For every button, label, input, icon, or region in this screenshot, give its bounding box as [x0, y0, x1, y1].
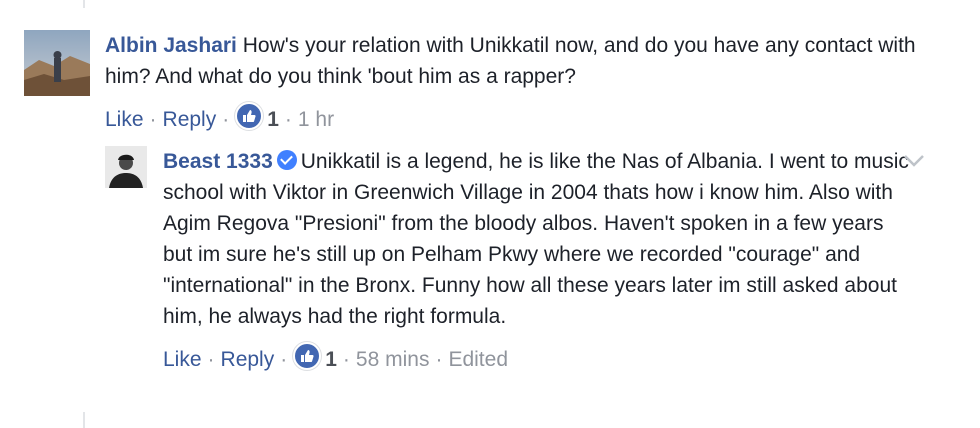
reply-text: Unikkatil is a legend, he is like the Na…	[163, 150, 909, 328]
reply-timestamp[interactable]: 58 mins	[356, 348, 430, 371]
separator-dot: ·	[284, 108, 292, 131]
thread-line-top	[83, 0, 85, 8]
separator-dot: ·	[342, 348, 350, 371]
like-link[interactable]: Like	[163, 348, 202, 371]
thread-line-bottom	[83, 412, 85, 428]
comment-body: Albin Jashari How's your relation with U…	[105, 30, 925, 134]
reply-link[interactable]: Reply	[163, 108, 217, 131]
reply-link[interactable]: Reply	[221, 348, 275, 371]
reply-body: Beast 1333 Unikkatil is a legend, he is l…	[163, 146, 915, 374]
verified-badge-icon	[276, 150, 297, 170]
like-count[interactable]: 1	[267, 108, 279, 131]
reply-author[interactable]: Beast 1333	[163, 150, 273, 173]
reply-text-block: Beast 1333 Unikkatil is a legend, he is l…	[163, 146, 915, 332]
chevron-down-icon[interactable]	[903, 154, 925, 168]
like-link[interactable]: Like	[105, 108, 144, 131]
like-count[interactable]: 1	[325, 348, 337, 371]
separator-dot: ·	[280, 348, 288, 371]
separator-dot: ·	[222, 108, 230, 131]
avatar-photo	[105, 146, 147, 188]
reply-actions: Like · Reply · 1 · 58 mins · Edited	[163, 342, 915, 374]
comment-timestamp[interactable]: 1 hr	[298, 108, 334, 131]
thumbs-up-icon[interactable]	[235, 102, 264, 130]
thumbs-up-icon[interactable]	[293, 342, 322, 370]
separator-dot: ·	[435, 348, 443, 371]
commenter-avatar[interactable]	[24, 30, 90, 96]
separator-dot: ·	[149, 108, 157, 131]
separator-dot: ·	[207, 348, 215, 371]
replier-avatar[interactable]	[105, 146, 147, 188]
avatar-photo	[24, 30, 90, 96]
edited-label[interactable]: Edited	[448, 348, 508, 371]
comment-actions: Like · Reply · 1 · 1 hr	[105, 102, 925, 134]
comment-text-block: Albin Jashari How's your relation with U…	[105, 30, 925, 92]
comment-author[interactable]: Albin Jashari	[105, 34, 237, 57]
